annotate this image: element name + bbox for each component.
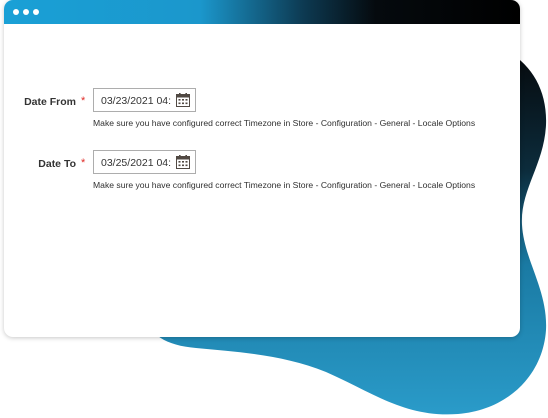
date-from-note: Make sure you have configured correct Ti…: [93, 118, 476, 128]
date-from-label: Date From: [24, 96, 76, 108]
calendar-icon[interactable]: [176, 155, 190, 169]
date-to-label: Date To: [38, 158, 76, 170]
date-from-value: 03/23/2021 04:4: [101, 95, 171, 107]
window-dot-icon: [13, 9, 19, 15]
date-to-note: Make sure you have configured correct Ti…: [93, 180, 476, 190]
calendar-icon[interactable]: [176, 93, 190, 107]
required-mark: *: [81, 157, 86, 169]
date-from-input[interactable]: 03/23/2021 04:4: [93, 88, 196, 112]
date-to-value: 03/25/2021 04:4: [101, 157, 171, 169]
required-mark: *: [81, 95, 86, 107]
date-to-input[interactable]: 03/25/2021 04:4: [93, 150, 196, 174]
window-dot-icon: [23, 9, 29, 15]
window-titlebar: [4, 0, 520, 24]
window-dot-icon: [33, 9, 39, 15]
screenshot-stage: Date From * 03/23/2021 04:4 Make sure yo…: [0, 0, 548, 418]
browser-window: Date From * 03/23/2021 04:4 Make sure yo…: [4, 0, 520, 337]
